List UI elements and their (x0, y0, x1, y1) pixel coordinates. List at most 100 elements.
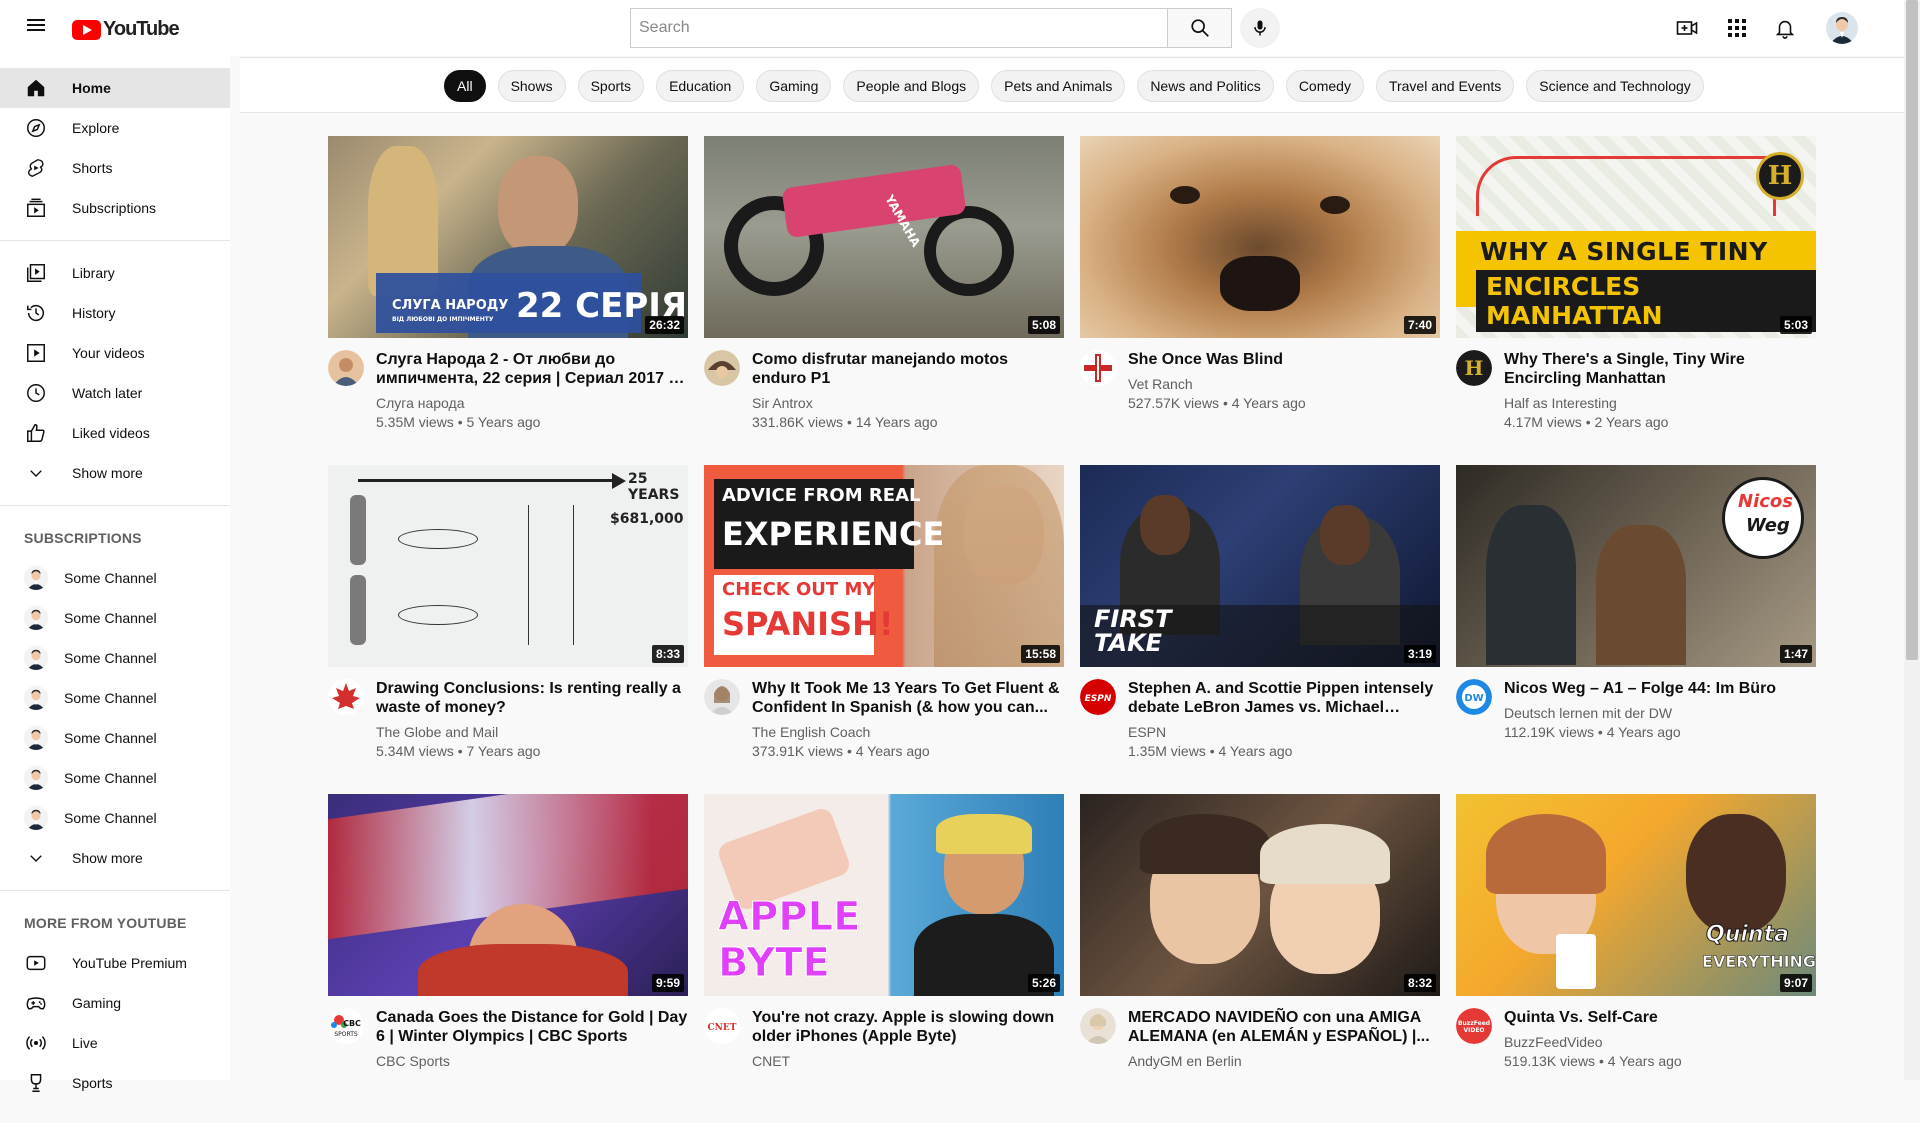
video-card[interactable]: HWHY A SINGLE TINY WIREENCIRCLES MANHATT… (1456, 136, 1816, 465)
video-thumbnail[interactable]: ADVICE FROM REAL EXPERIENCE CHECK OUT MY SP… (704, 465, 1064, 667)
channel-name[interactable]: CNET (752, 1052, 1064, 1070)
channel-name[interactable]: ESPN (1128, 723, 1440, 741)
video-card[interactable]: 25 YEARS $681,000 8:33 Drawing Conclusions:… (328, 465, 688, 794)
sidebar-item-gaming[interactable]: Gaming (0, 983, 230, 1023)
sidebar-show-more[interactable]: Show more (0, 453, 230, 493)
video-thumbnail[interactable]: Nicos Weg 1:47 (1456, 465, 1816, 667)
channel-name[interactable]: CBC Sports (376, 1052, 688, 1070)
video-card[interactable]: Quinta EVERYTHING 9:07 BuzzFeed VIDEO Quinta … (1456, 794, 1816, 1123)
sidebar-subscription-item[interactable]: Some Channel (0, 718, 230, 758)
video-title[interactable]: Why It Took Me 13 Years To Get Fluent & … (752, 679, 1064, 717)
channel-avatar[interactable]: CBC SPORTS (328, 1008, 364, 1044)
video-title[interactable]: MERCADO NAVIDEÑO con una AMIGA ALEMANA (… (1128, 1008, 1440, 1046)
video-thumbnail[interactable]: 7:40 (1080, 136, 1440, 338)
channel-avatar[interactable] (704, 679, 740, 715)
sidebar-item-watch-later[interactable]: Watch later (0, 373, 230, 413)
chip-travel-and-events[interactable]: Travel and Events (1375, 70, 1515, 102)
sidebar-item-live[interactable]: Live (0, 1023, 230, 1063)
voice-search-button[interactable] (1240, 8, 1280, 48)
channel-name[interactable]: Half as Interesting (1504, 394, 1816, 412)
channel-avatar[interactable] (1080, 1008, 1116, 1044)
video-title[interactable]: Quinta Vs. Self-Care (1504, 1008, 1816, 1027)
sidebar-subscription-item[interactable]: Some Channel (0, 678, 230, 718)
chip-shows[interactable]: Shows (497, 70, 566, 102)
video-thumbnail[interactable]: YAMAHA 5:08 (704, 136, 1064, 338)
video-card[interactable]: FIRST TAKE 3:19 ESPN Stephen A. and Scottie … (1080, 465, 1440, 794)
chip-all[interactable]: All (444, 70, 486, 102)
sidebar-item-home[interactable]: Home (0, 68, 230, 108)
channel-name[interactable]: Sir Antrox (752, 394, 1064, 412)
search-button[interactable] (1167, 8, 1232, 48)
channel-name[interactable]: Слуга народа (376, 394, 688, 412)
channel-name[interactable]: BuzzFeedVideo (1504, 1033, 1816, 1051)
channel-avatar[interactable]: DW (1456, 679, 1492, 715)
chip-people-and-blogs[interactable]: People and Blogs (843, 70, 980, 102)
youtube-logo[interactable]: YouTube (72, 18, 180, 41)
sidebar-subscription-item[interactable]: Some Channel (0, 638, 230, 678)
video-title[interactable]: Nicos Weg – A1 – Folge 44: Im Büro (1504, 679, 1816, 698)
menu-icon[interactable] (24, 16, 48, 40)
chip-sports[interactable]: Sports (577, 70, 645, 102)
channel-name[interactable]: Vet Ranch (1128, 375, 1440, 393)
video-title[interactable]: Stephen A. and Scottie Pippen intensely … (1128, 679, 1440, 717)
video-thumbnail[interactable]: Quinta EVERYTHING 9:07 (1456, 794, 1816, 996)
channel-avatar[interactable] (1080, 350, 1116, 386)
chip-science-and-technology[interactable]: Science and Technology (1526, 70, 1704, 102)
sidebar-item-sports[interactable]: Sports (0, 1063, 230, 1103)
sidebar-subscription-item[interactable]: Some Channel (0, 558, 230, 598)
video-thumbnail[interactable]: 25 YEARS $681,000 8:33 (328, 465, 688, 667)
video-title[interactable]: Canada Goes the Distance for Gold | Day … (376, 1008, 688, 1046)
sidebar-item-shorts[interactable]: Shorts (0, 148, 230, 188)
video-card[interactable]: 8:32 MERCADO NAVIDEÑO con una AMIGA ALEMA… (1080, 794, 1440, 1123)
sidebar-item-subscriptions[interactable]: Subscriptions (0, 188, 230, 228)
video-title[interactable]: Слуга Народа 2 - От любви до импичмента,… (376, 350, 688, 388)
video-thumbnail[interactable]: HWHY A SINGLE TINY WIREENCIRCLES MANHATT… (1456, 136, 1816, 338)
scrollbar-thumb[interactable] (1906, 0, 1918, 660)
video-card[interactable]: YAMAHA 5:08 Como disfrutar manejando motos… (704, 136, 1064, 465)
sidebar-item-history[interactable]: History (0, 293, 230, 333)
sidebar-subscription-item[interactable]: Some Channel (0, 798, 230, 838)
video-card[interactable]: СЛУГА НАРОДУ ВІД ЛЮБОВІ ДО ІМПІЧМЕНТУ 22 С… (328, 136, 688, 465)
search-input[interactable] (639, 19, 1167, 37)
chip-pets-and-animals[interactable]: Pets and Animals (991, 70, 1126, 102)
channel-avatar[interactable] (704, 350, 740, 386)
video-card[interactable]: Nicos Weg 1:47 DW Nicos Weg – A1 – Folge 44:… (1456, 465, 1816, 794)
video-title[interactable]: Drawing Conclusions: Is renting really a… (376, 679, 688, 717)
account-avatar[interactable] (1826, 12, 1858, 44)
create-video-icon[interactable] (1675, 16, 1699, 40)
video-card[interactable]: 7:40 She Once Was Blind Vet Ranch 527.57K v… (1080, 136, 1440, 465)
channel-avatar[interactable]: CNET (704, 1008, 740, 1044)
video-thumbnail[interactable]: 9:59 (328, 794, 688, 996)
channel-avatar[interactable] (328, 679, 364, 715)
video-thumbnail[interactable]: FIRST TAKE 3:19 (1080, 465, 1440, 667)
channel-avatar[interactable]: ESPN (1080, 679, 1116, 715)
video-thumbnail[interactable]: 8:32 (1080, 794, 1440, 996)
sidebar-item-youtube-premium[interactable]: YouTube Premium (0, 943, 230, 983)
video-card[interactable]: ADVICE FROM REAL EXPERIENCE CHECK OUT MY SP… (704, 465, 1064, 794)
sidebar-item-liked-videos[interactable]: Liked videos (0, 413, 230, 453)
channel-name[interactable]: Deutsch lernen mit der DW (1504, 704, 1816, 722)
channel-name[interactable]: The Globe and Mail (376, 723, 688, 741)
chip-news-and-politics[interactable]: News and Politics (1137, 70, 1274, 102)
channel-name[interactable]: The English Coach (752, 723, 1064, 741)
video-title[interactable]: Como disfrutar manejando motos enduro P1 (752, 350, 1064, 388)
video-title[interactable]: She Once Was Blind (1128, 350, 1440, 369)
video-title[interactable]: Why There's a Single, Tiny Wire Encircli… (1504, 350, 1816, 388)
channel-avatar[interactable]: BuzzFeed VIDEO (1456, 1008, 1492, 1044)
sidebar-item-library[interactable]: Library (0, 253, 230, 293)
chip-education[interactable]: Education (656, 70, 745, 102)
video-title[interactable]: You're not crazy. Apple is slowing down … (752, 1008, 1064, 1046)
channel-avatar[interactable] (328, 350, 364, 386)
sidebar-subscription-item[interactable]: Some Channel (0, 598, 230, 638)
sidebar-item-explore[interactable]: Explore (0, 108, 230, 148)
apps-icon[interactable] (1725, 16, 1749, 40)
chip-comedy[interactable]: Comedy (1285, 70, 1364, 102)
subscriptions-show-more[interactable]: Show more (0, 838, 230, 878)
notifications-icon[interactable] (1773, 16, 1797, 40)
channel-avatar[interactable]: H (1456, 350, 1492, 386)
sidebar-item-your-videos[interactable]: Your videos (0, 333, 230, 373)
video-card[interactable]: APPLE BYTE 5:26 CNET You're not crazy. Apple… (704, 794, 1064, 1123)
channel-name[interactable]: AndyGM en Berlin (1128, 1052, 1440, 1070)
video-card[interactable]: 9:59 CBC SPORTS Canada Goes the Distance fo… (328, 794, 688, 1123)
chip-gaming[interactable]: Gaming (756, 70, 832, 102)
